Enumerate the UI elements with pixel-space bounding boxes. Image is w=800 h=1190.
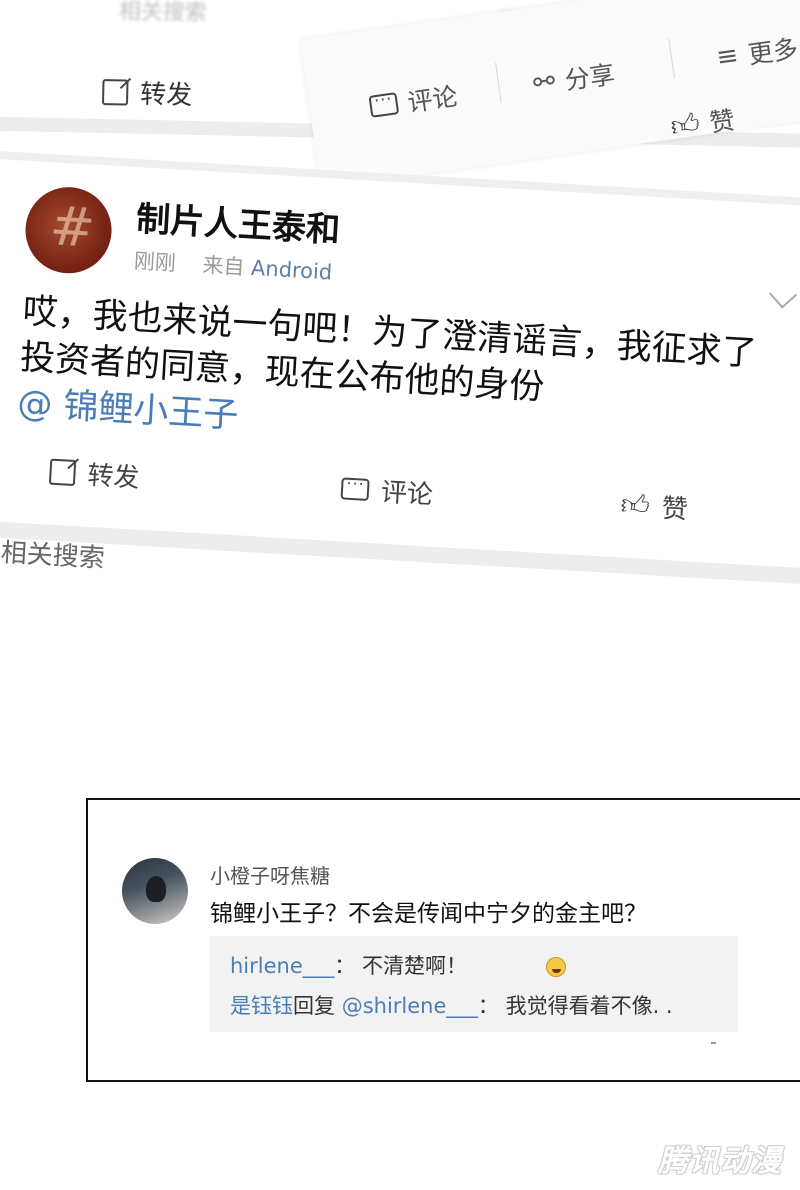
chevron-down-icon[interactable] — [768, 280, 798, 309]
repost-button[interactable]: 转发 — [102, 73, 193, 112]
repost-label: 转发 — [86, 460, 141, 494]
thumbs-up-icon: 👍︎ — [668, 106, 702, 144]
post-username[interactable]: 制片人王泰和 — [135, 191, 341, 252]
reply-separator: ： — [477, 994, 499, 1018]
reply-text: 不清楚啊！ — [361, 954, 467, 978]
post-time: 刚刚 — [133, 249, 177, 276]
comment-panel: 小橙子呀焦糖 锦鲤小王子？不会是传闻中宁夕的金主吧？ hirlene___： 不… — [86, 798, 800, 1082]
repost-button[interactable]: 转发 — [48, 453, 141, 495]
like-label: 赞 — [707, 105, 737, 138]
repost-label: 转发 — [139, 79, 193, 111]
like-label: 赞 — [660, 493, 689, 526]
share-label: 分享 — [563, 59, 617, 96]
reply-user[interactable]: 是钰钰 — [230, 994, 293, 1018]
reply-separator: ： — [334, 954, 356, 978]
mention-link[interactable]: @ 锦鲤小王子 — [16, 384, 239, 437]
reply-item: hirlene___： 不清楚啊！ — [230, 950, 566, 980]
comment-text: 锦鲤小王子？不会是传闻中宁夕的金主吧？ — [210, 901, 647, 927]
thumbs-up-icon: 👍︎ — [619, 486, 651, 522]
divider — [495, 62, 502, 103]
post-source-prefix: 来自 — [201, 253, 246, 280]
commenter-avatar[interactable] — [122, 858, 188, 924]
commenter-name[interactable]: 小橙子呀焦糖 — [210, 860, 330, 889]
share-button[interactable]: ⚯ 分享 — [531, 55, 617, 102]
post-content: 哎，我也来说一句吧！为了澄清谣言，我征求了投资者的同意，现在公布他的身份 @ 锦… — [16, 289, 783, 471]
comment-icon — [368, 92, 400, 118]
reply-user[interactable]: hirlene___ — [230, 954, 334, 978]
share-icon: ⚯ — [531, 66, 558, 99]
post-source[interactable]: Android — [250, 256, 332, 285]
post-meta: 刚刚 来自 Android — [133, 245, 333, 286]
related-search-heading: 相关搜索 — [0, 537, 106, 574]
avatar[interactable]: # — [23, 184, 114, 276]
like-button[interactable]: 👍︎ 赞 — [620, 485, 689, 526]
more-button[interactable]: ≡ 更多 — [714, 29, 800, 76]
reply-target[interactable]: @shirlene___ — [342, 994, 478, 1018]
watermark-logo: 腾讯动漫 — [658, 1144, 782, 1179]
comment-label: 评论 — [380, 477, 434, 511]
laughing-emoji-icon — [545, 957, 566, 977]
comment-button[interactable]: 评论 — [367, 77, 459, 125]
comment-icon — [340, 476, 370, 501]
divider — [668, 38, 675, 79]
dot — [711, 1042, 716, 1044]
search-hint: 相关搜索 — [118, 0, 208, 27]
reply-verb: 回复 — [293, 994, 335, 1018]
comment-button[interactable]: 评论 — [340, 469, 434, 511]
menu-icon: ≡ — [714, 40, 741, 74]
reply-item: 是钰钰回复 @shirlene___： 我觉得看着不像. . — [230, 990, 673, 1020]
reply-box[interactable]: hirlene___： 不清楚啊！ 是钰钰回复 @shirlene___： 我觉… — [210, 936, 738, 1032]
comment-label: 评论 — [405, 81, 460, 118]
reply-text: 我觉得看着不像. . — [505, 994, 673, 1018]
repost-icon — [48, 458, 77, 486]
weibo-post: # 制片人王泰和 刚刚 来自 Android 哎，我也来说一句吧！为了澄清谣言，… — [0, 150, 800, 569]
more-label: 更多 — [746, 33, 800, 70]
repost-icon — [102, 78, 129, 106]
